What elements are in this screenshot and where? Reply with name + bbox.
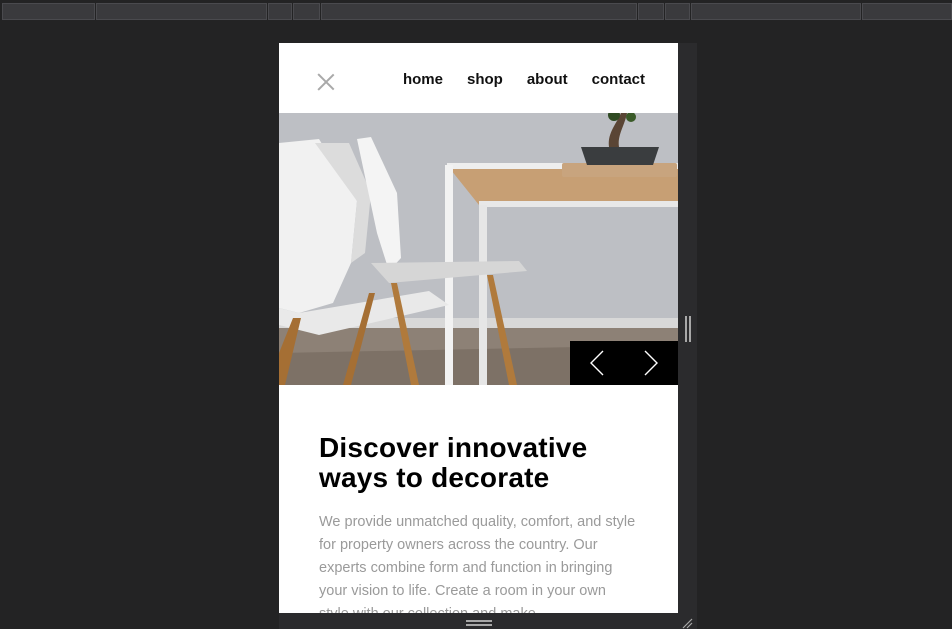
viewport-resize-handle-right[interactable] <box>685 316 691 342</box>
nav-link-home[interactable]: home <box>403 71 443 88</box>
nav-link-about[interactable]: about <box>527 71 568 88</box>
page-headline: Discover innovative ways to decorate <box>319 432 588 493</box>
viewport-resize-handle-bottom[interactable] <box>466 620 492 626</box>
toolbar-segment[interactable] <box>665 3 690 20</box>
chevron-right-icon <box>644 350 658 376</box>
toolbar-segment[interactable] <box>862 3 952 20</box>
intro-section: Discover innovative ways to decorate We … <box>319 432 639 614</box>
close-icon[interactable] <box>317 73 335 91</box>
chevron-left-icon <box>590 350 604 376</box>
slide-next-button[interactable] <box>624 341 678 385</box>
mobile-page: home shop about contact Discover innovat… <box>279 43 678 613</box>
nav-link-contact[interactable]: contact <box>592 71 645 88</box>
toolbar-segment[interactable] <box>691 3 861 20</box>
viewport-resize-corner-icon[interactable] <box>681 617 693 629</box>
slide-prev-button[interactable] <box>570 341 624 385</box>
intro-paragraph: We provide unmatched quality, comfort, a… <box>319 514 636 613</box>
toolbar-segment[interactable] <box>268 3 292 20</box>
toolbar-segment[interactable] <box>321 3 637 20</box>
toolbar-segment[interactable] <box>638 3 664 20</box>
slider-controls <box>570 341 678 385</box>
toolbar-segment[interactable] <box>2 3 95 20</box>
toolbar-segment[interactable] <box>96 3 267 20</box>
toolbar-segment[interactable] <box>293 3 320 20</box>
hero-image <box>279 113 678 385</box>
devtools-toolbar <box>0 0 952 22</box>
main-menu: home shop about contact <box>403 71 645 88</box>
site-header: home shop about contact <box>279 43 678 113</box>
nav-link-shop[interactable]: shop <box>467 71 503 88</box>
